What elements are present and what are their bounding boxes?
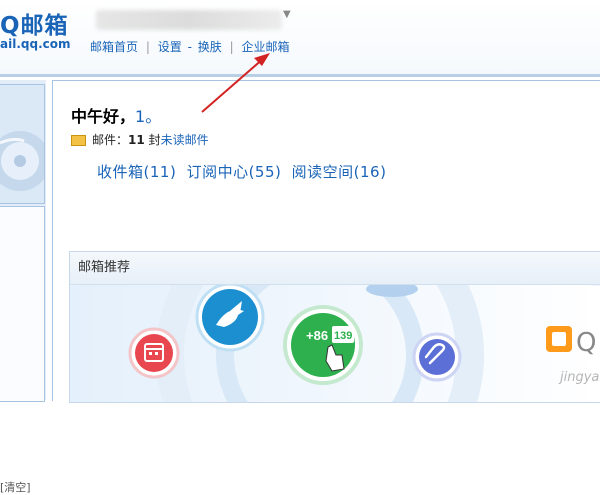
clear-trash-link[interactable]: [清空] [0, 479, 31, 495]
mailbox-recommend-panel: 邮箱推荐 +86 139 Q jingya [69, 251, 600, 403]
greeting: 中午好，1。 [71, 103, 161, 127]
logo-text[interactable]: Q邮箱 [0, 6, 69, 40]
mail-unit: 封 [148, 133, 161, 147]
skin-link[interactable]: 换肤 [198, 40, 222, 54]
dash-separator: - [187, 40, 192, 54]
mailbox-home-link[interactable]: 邮箱首页 [90, 40, 138, 54]
banner-graphic: +86 139 Q jingyan [70, 285, 600, 402]
main-panel: 中午好，1。 邮件：11 封未读邮件 收件箱(11) 订阅中心(55) 阅读空间… [52, 80, 600, 403]
phone-number-icon[interactable]: +86 139 [283, 305, 363, 385]
recommend-banner[interactable]: +86 139 Q jingyan [70, 285, 600, 402]
separator: | [145, 40, 150, 54]
watermark-text: jingyan [558, 370, 600, 385]
mail-summary: 邮件：11 封未读邮件 [71, 131, 209, 148]
reading-space-link[interactable]: 阅读空间(16) [292, 163, 387, 181]
envelope-icon [71, 135, 86, 146]
sidebar-write-panel[interactable] [0, 84, 50, 204]
separator: | [229, 40, 234, 54]
mail-count: 11 [128, 133, 145, 147]
recommend-title: 邮箱推荐 [70, 252, 600, 285]
bird-icon[interactable] [195, 285, 265, 352]
inbox-link[interactable]: 收件箱(11) [97, 163, 176, 181]
enterprise-mail-link[interactable]: 企业邮箱 [241, 40, 289, 54]
paperclip-icon[interactable] [412, 332, 462, 382]
disc-icon [0, 131, 50, 191]
greeting-text: 中午好， [71, 107, 136, 126]
subscription-center-link[interactable]: 订阅中心(55) [187, 163, 282, 181]
username: 1。 [135, 107, 162, 126]
blurred-username [96, 10, 282, 30]
header-bar: Q邮箱 ail.qq.com ▼ 邮箱首页 | 设置 - 换肤 | 企业邮箱 [0, 0, 600, 77]
phone-prefix-text: +86 [306, 328, 328, 343]
folder-links: 收件箱(11) 订阅中心(55) 阅读空间(16) [97, 161, 391, 182]
logo-url: ail.qq.com [0, 37, 71, 51]
unread-mail-link[interactable]: 未读邮件 [161, 133, 209, 147]
mail-prefix: 邮件： [92, 133, 129, 147]
settings-link[interactable]: 设置 [158, 40, 182, 54]
sidebar-folder-panel: [清空] [0, 206, 45, 494]
calendar-icon[interactable] [128, 327, 180, 379]
sidebar: [清空] [0, 80, 50, 494]
phone-digits-text: 139 [334, 330, 352, 342]
top-links: 邮箱首页 | 设置 - 换肤 | 企业邮箱 [90, 38, 289, 55]
chevron-down-icon[interactable]: ▼ [283, 9, 291, 20]
qq-logo-text: Q [576, 328, 596, 358]
